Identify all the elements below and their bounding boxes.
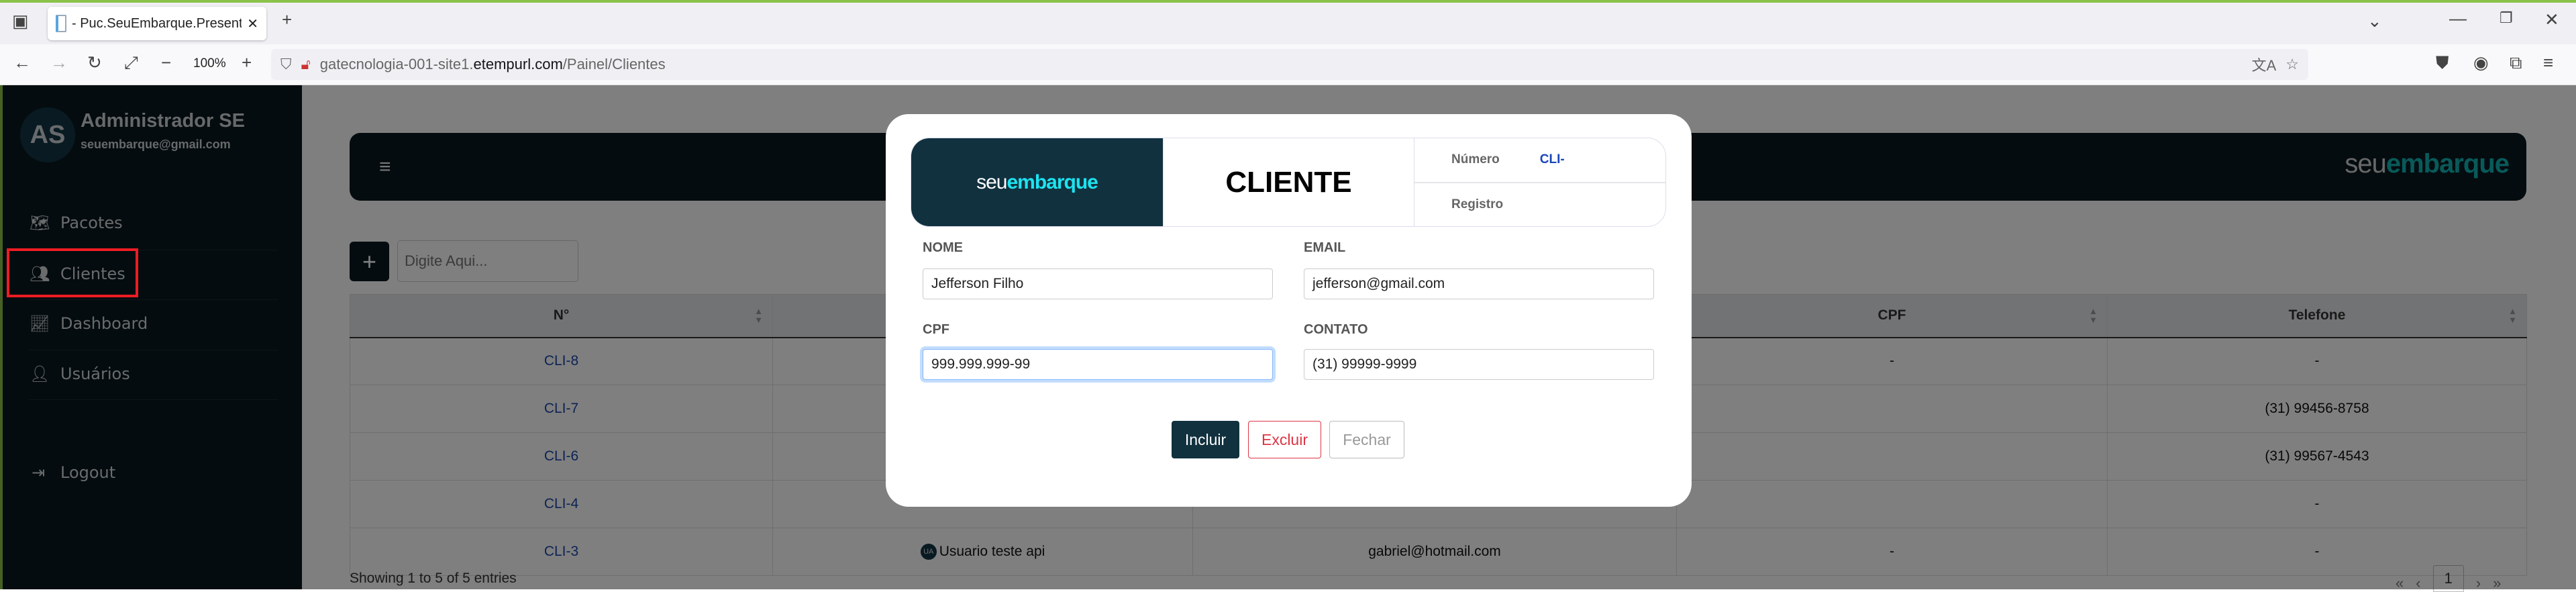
registro-label: Registro [1451,197,1504,211]
forward-icon[interactable]: → [50,52,68,73]
chevron-down-icon[interactable]: ⌄ [2367,11,2382,32]
excluir-button[interactable]: Excluir [1248,421,1321,458]
tab-title: - Puc.SeuEmbarque.Presentation [72,15,242,31]
modal-title: CLIENTE [1163,138,1414,226]
numero-value: CLI- [1539,152,1565,167]
email-label: EMAIL [1304,240,1346,255]
pocket-icon[interactable]: ⛊ [2436,52,2449,74]
zoom-level[interactable]: 100% [193,56,226,71]
tab-overview-icon[interactable]: ▣ [12,11,29,32]
page-icon [56,15,66,32]
close-window-icon[interactable]: ✕ [2544,9,2559,30]
bookmark-star-icon[interactable]: ☆ [2285,56,2299,73]
url-bar[interactable]: ⛉ 🔓︎ gatecnologia-001-site1.etempurl.com… [271,49,2308,80]
fechar-button[interactable]: Fechar [1329,421,1404,458]
client-modal: seuembarque CLIENTE Número CLI- Registro … [886,114,1692,507]
shield-icon[interactable]: ⛉ [280,56,292,73]
cpf-input[interactable]: 999.999.999-99 [923,349,1273,380]
close-tab-icon[interactable]: ✕ [247,15,258,32]
modal-logo: seuembarque [911,138,1163,226]
url-text: gatecnologia-001-site1.etempurl.com/Pain… [319,56,666,72]
new-tab-icon[interactable]: + [282,9,292,30]
minimize-icon[interactable]: — [2449,8,2467,29]
contato-input[interactable]: (31) 99999-9999 [1304,349,1654,380]
menu-icon[interactable]: ≡ [2543,52,2553,73]
tab-bar: ▣ - Puc.SeuEmbarque.Presentation ✕ + ⌄ —… [0,3,2576,44]
fullscreen-icon[interactable]: ⤢ [124,52,138,74]
translate-icon[interactable]: 文A [2252,54,2277,75]
extensions-icon[interactable]: ⧉ [2510,52,2522,74]
account-icon[interactable]: ◉ [2473,52,2489,73]
restore-icon[interactable]: ❐ [2500,9,2513,27]
numero-label: Número [1451,152,1500,167]
zoom-out-icon[interactable]: − [161,52,171,73]
insecure-lock-icon[interactable]: 🔓︎ [301,56,311,73]
email-input[interactable]: jefferson@gmail.com [1304,268,1654,299]
back-icon[interactable]: ← [13,52,31,73]
modal-header: seuembarque CLIENTE Número CLI- Registro [911,138,1666,227]
contato-label: CONTATO [1304,322,1368,337]
cpf-label: CPF [923,322,949,337]
browser-tab[interactable]: - Puc.SeuEmbarque.Presentation ✕ [48,7,266,40]
nav-bar: ← → ↻ ⤢ − 100% + ⛉ 🔓︎ gatecnologia-001-s… [0,44,2576,85]
reload-icon[interactable]: ↻ [87,52,102,73]
nome-label: NOME [923,240,963,255]
nome-input[interactable]: Jefferson Filho [923,268,1273,299]
zoom-in-icon[interactable]: + [242,52,252,73]
incluir-button[interactable]: Incluir [1172,421,1239,458]
annotation-highlight-box [7,248,138,297]
